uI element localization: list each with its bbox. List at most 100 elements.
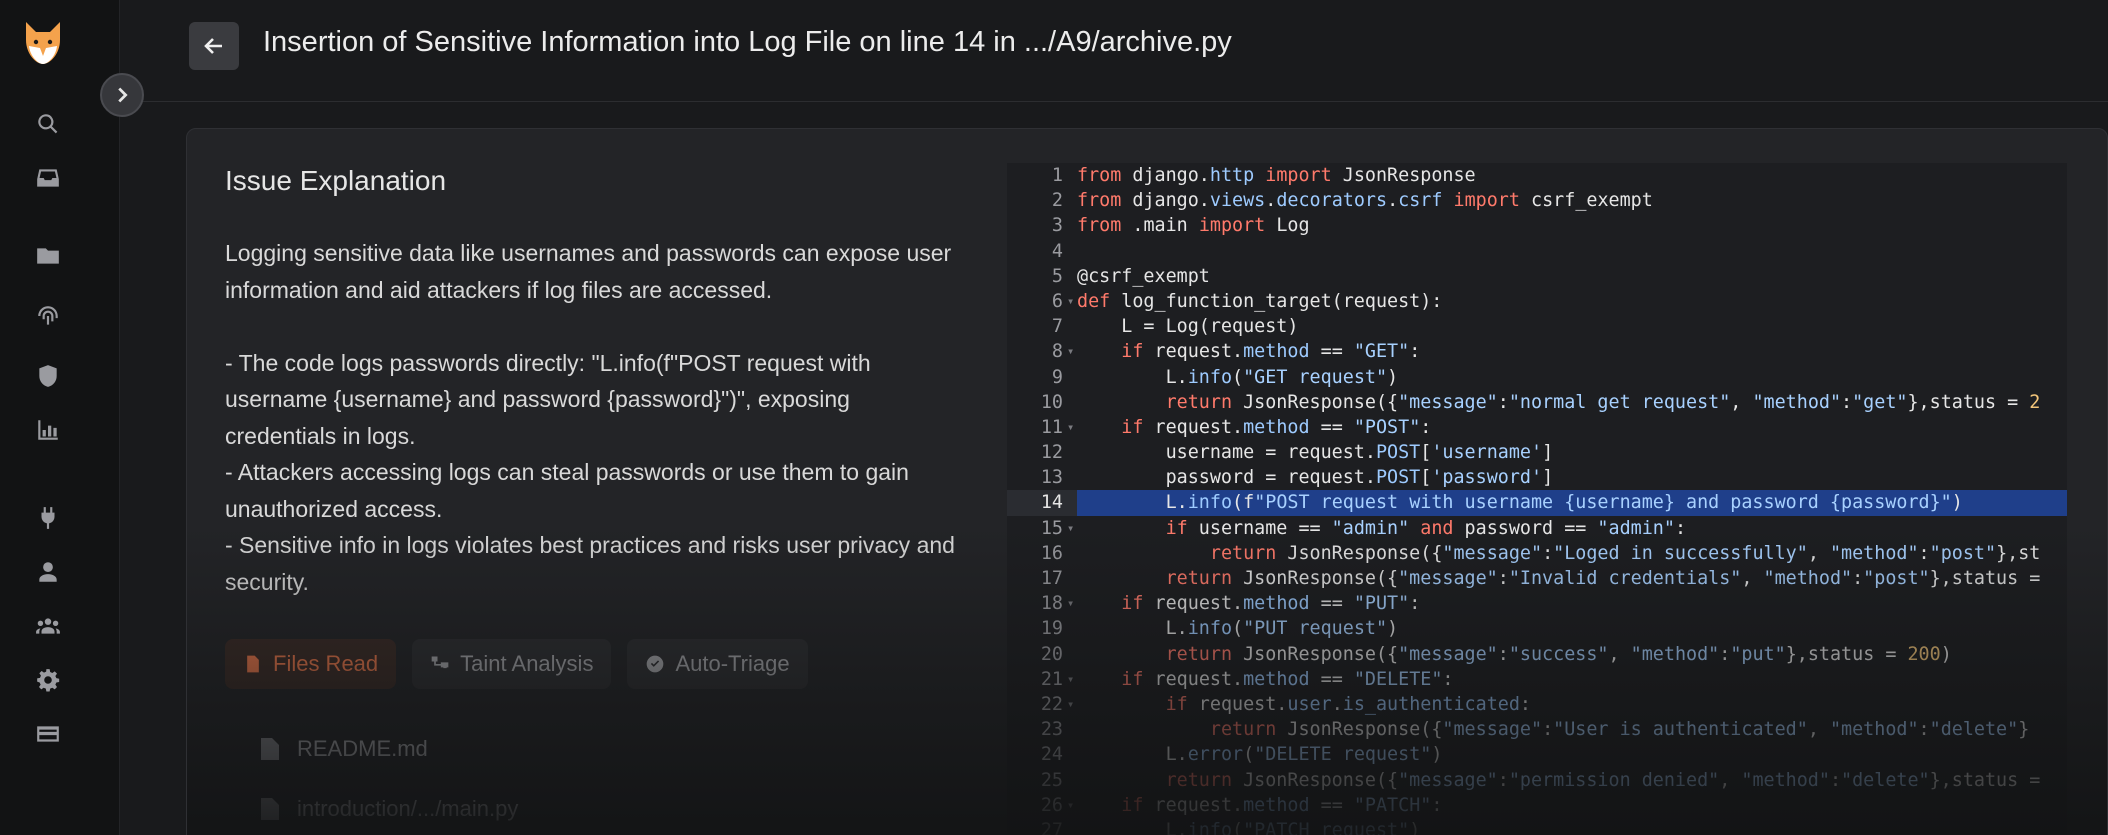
arrow-left-icon: [204, 38, 222, 54]
code-text: password = request.POST['password']: [1077, 467, 1554, 489]
code-line: 25 return JsonResponse({"message":"permi…: [1007, 768, 2067, 793]
code-line: 2 from django.views.decorators.csrf impor…: [1007, 188, 2067, 213]
code-text: L = Log(request): [1077, 316, 1299, 338]
code-line: 17 return JsonResponse({"message":"Inval…: [1007, 566, 2067, 591]
code-text: from .main import Log: [1077, 215, 1310, 237]
plug-icon[interactable]: [32, 502, 64, 534]
line-number: 12: [1040, 442, 1063, 464]
code-text: from django.views.decorators.csrf import…: [1077, 190, 1653, 212]
fingerprint-icon[interactable]: [32, 300, 64, 332]
billing-icon[interactable]: [32, 718, 64, 750]
file-item[interactable]: introduction/.../main.py: [261, 779, 518, 835]
tab-taint-analysis[interactable]: Taint Analysis: [412, 639, 612, 689]
code-text: username = request.POST['username']: [1077, 442, 1554, 464]
users-icon[interactable]: [32, 610, 64, 642]
line-number: 23: [1040, 719, 1063, 741]
page-header: Insertion of Sensitive Information into …: [121, 0, 2108, 102]
user-icon[interactable]: [32, 556, 64, 588]
files-read-list: README.md introduction/.../main.py: [261, 719, 518, 835]
code-text: def log_function_target(request):: [1077, 290, 1443, 312]
gear-icon[interactable]: [32, 664, 64, 696]
line-number: 5: [1051, 265, 1063, 287]
code-line: 15 ▾ if username == "admin" and password …: [1007, 516, 2067, 541]
line-number: 10: [1040, 391, 1063, 413]
line-number: 3: [1051, 215, 1063, 237]
line-number: 6: [1051, 290, 1063, 312]
file-icon: [261, 798, 279, 820]
page-title: Insertion of Sensitive Information into …: [263, 26, 1232, 58]
code-text: if request.user.is_authenticated:: [1165, 693, 1531, 715]
code-line: 24 L.error("DELETE request"): [1007, 742, 2067, 767]
code-text: if request.method == "GET":: [1121, 341, 1421, 363]
chart-icon[interactable]: [32, 414, 64, 446]
code-text: return JsonResponse({"message":"normal g…: [1165, 391, 2041, 413]
line-number: 17: [1040, 568, 1063, 589]
code-text: return JsonResponse({"message":"Invalid …: [1165, 568, 2041, 589]
tab-label: Taint Analysis: [460, 651, 594, 676]
code-text: L.info("GET request"): [1077, 366, 1399, 388]
line-number: 2: [1051, 190, 1063, 212]
line-number: 14: [1040, 492, 1063, 514]
folder-icon[interactable]: [32, 240, 64, 272]
tab-label: Auto-Triage: [675, 651, 790, 676]
code-viewer[interactable]: 1 from django.http import JsonResponse 2 fr…: [1007, 163, 2067, 835]
code-line: 10 return JsonResponse({"message":"norma…: [1007, 390, 2067, 415]
code-text: if username == "admin" and password == "…: [1165, 517, 1687, 539]
code-text: return JsonResponse({"message":"success"…: [1165, 643, 1952, 665]
code-text: return JsonResponse({"message":"permissi…: [1165, 769, 2041, 791]
code-text: if request.method == "POST":: [1121, 416, 1432, 438]
code-line: 19 L.info("PUT request"): [1007, 616, 2067, 641]
code-line: 11 ▾ if request.method == "POST":: [1007, 415, 2067, 440]
shield-icon[interactable]: [32, 360, 64, 392]
tab-label: Files Read: [273, 651, 379, 676]
file-item[interactable]: README.md: [261, 719, 518, 779]
code-line: 23 return JsonResponse({"message":"User …: [1007, 717, 2067, 742]
line-number: 1: [1051, 165, 1063, 186]
issue-explanation-text: Logging sensitive data like usernames an…: [225, 235, 965, 600]
code-text: L.info("PUT request"): [1077, 618, 1399, 640]
back-button[interactable]: [189, 22, 239, 70]
code-line: 8 ▾ if request.method == "GET":: [1007, 339, 2067, 364]
line-number: 16: [1040, 542, 1063, 564]
code-line: 7 L = Log(request): [1007, 314, 2067, 339]
line-number: 24: [1040, 744, 1063, 766]
code-line: 18 ▾ if request.method == "PUT":: [1007, 591, 2067, 616]
code-line: 27 L.info("PATCH request"): [1007, 818, 2067, 835]
issue-explanation-heading: Issue Explanation: [225, 165, 447, 196]
inbox-icon[interactable]: [32, 162, 64, 194]
code-text: from django.http import JsonResponse: [1077, 165, 1476, 186]
code-text: if request.method == "PATCH":: [1121, 794, 1443, 816]
code-text: return JsonResponse({"message":"User is …: [1209, 719, 2030, 741]
code-line: 20 return JsonResponse({"message":"succe…: [1007, 642, 2067, 667]
code-line: 4: [1007, 239, 2067, 264]
file-icon: [261, 738, 279, 760]
code-text: if request.method == "PUT":: [1121, 593, 1421, 615]
line-number: 19: [1040, 618, 1063, 640]
file-name: introduction/.../main.py: [297, 796, 519, 821]
code-line: 12 username = request.POST['username']: [1007, 440, 2067, 465]
line-number: 9: [1051, 366, 1063, 388]
explanation-bullet: - Attackers accessing logs can steal pas…: [225, 459, 909, 522]
code-line: 9 L.info("GET request"): [1007, 365, 2067, 390]
code-text: @csrf_exempt: [1077, 265, 1210, 287]
line-number: 4: [1051, 240, 1063, 262]
code-text: L.info("PATCH request"): [1077, 819, 1421, 835]
code-line: 3 from .main import Log: [1007, 213, 2067, 238]
analysis-tabs: Files Read Taint Analysis Auto-Triage: [225, 639, 808, 689]
tab-files-read[interactable]: Files Read: [225, 639, 397, 689]
explanation-paragraph: Logging sensitive data like usernames an…: [225, 240, 952, 303]
line-number: 11: [1040, 416, 1063, 438]
fox-logo-icon[interactable]: [20, 18, 66, 68]
code-line: 22 ▾ if request.user.is_authenticated:: [1007, 692, 2067, 717]
line-number: 25: [1040, 769, 1063, 791]
explanation-bullet: - Sensitive info in logs violates best p…: [225, 532, 955, 595]
tab-auto-triage[interactable]: Auto-Triage: [627, 639, 808, 689]
expand-sidebar-button[interactable]: [100, 73, 144, 117]
code-line: 1 from django.http import JsonResponse: [1007, 163, 2067, 188]
code-line: 16 return JsonResponse({"message":"Loged…: [1007, 541, 2067, 566]
line-number: 27: [1040, 819, 1063, 835]
line-number: 7: [1051, 316, 1063, 338]
flow-icon: [431, 656, 449, 669]
line-number: 21: [1040, 668, 1063, 690]
search-icon[interactable]: [32, 108, 64, 140]
